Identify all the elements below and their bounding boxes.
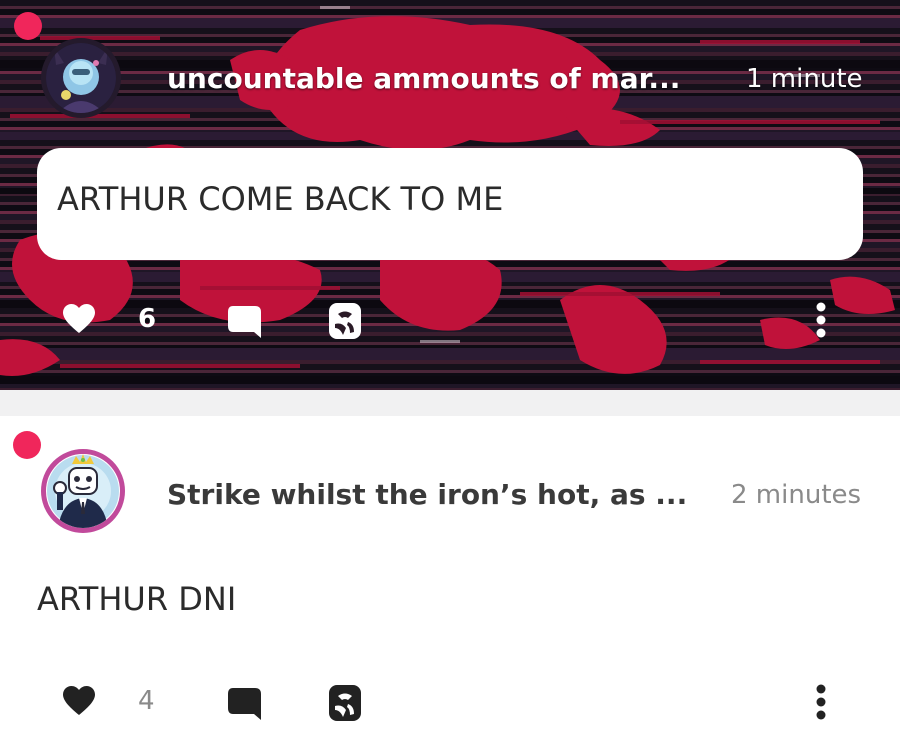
like-count: 4 [138,686,155,716]
message-bubble: ARTHUR COME BACK TO ME [37,148,863,260]
avatar-image [47,454,119,528]
post-message: ARTHUR COME BACK TO ME [57,180,504,218]
comment-icon[interactable] [227,686,263,726]
post-card-2[interactable]: Strike whilst the iron’s hot, as ... 2 m… [0,416,900,752]
avatar[interactable] [41,38,121,118]
avatar[interactable] [41,449,125,533]
post-timestamp: 1 minute [746,64,863,94]
post-author[interactable]: uncountable ammounts of mar... [167,62,680,95]
comment-icon[interactable] [227,304,263,344]
like-count: 6 [138,304,157,334]
post-message: ARTHUR DNI [37,580,237,618]
heart-icon[interactable] [62,303,96,339]
avatar-image [46,43,116,113]
more-options-icon[interactable] [815,302,827,342]
share-icon[interactable] [328,302,362,344]
post-divider [0,390,900,416]
unread-indicator [13,431,41,459]
post-timestamp: 2 minutes [731,480,862,510]
heart-icon[interactable] [62,685,96,721]
share-icon[interactable] [328,684,362,726]
more-options-icon[interactable] [815,684,827,724]
post-author[interactable]: Strike whilst the iron’s hot, as ... [167,478,687,511]
post-card-1[interactable]: uncountable ammounts of mar... 1 minute … [0,0,900,390]
unread-indicator [14,12,42,40]
